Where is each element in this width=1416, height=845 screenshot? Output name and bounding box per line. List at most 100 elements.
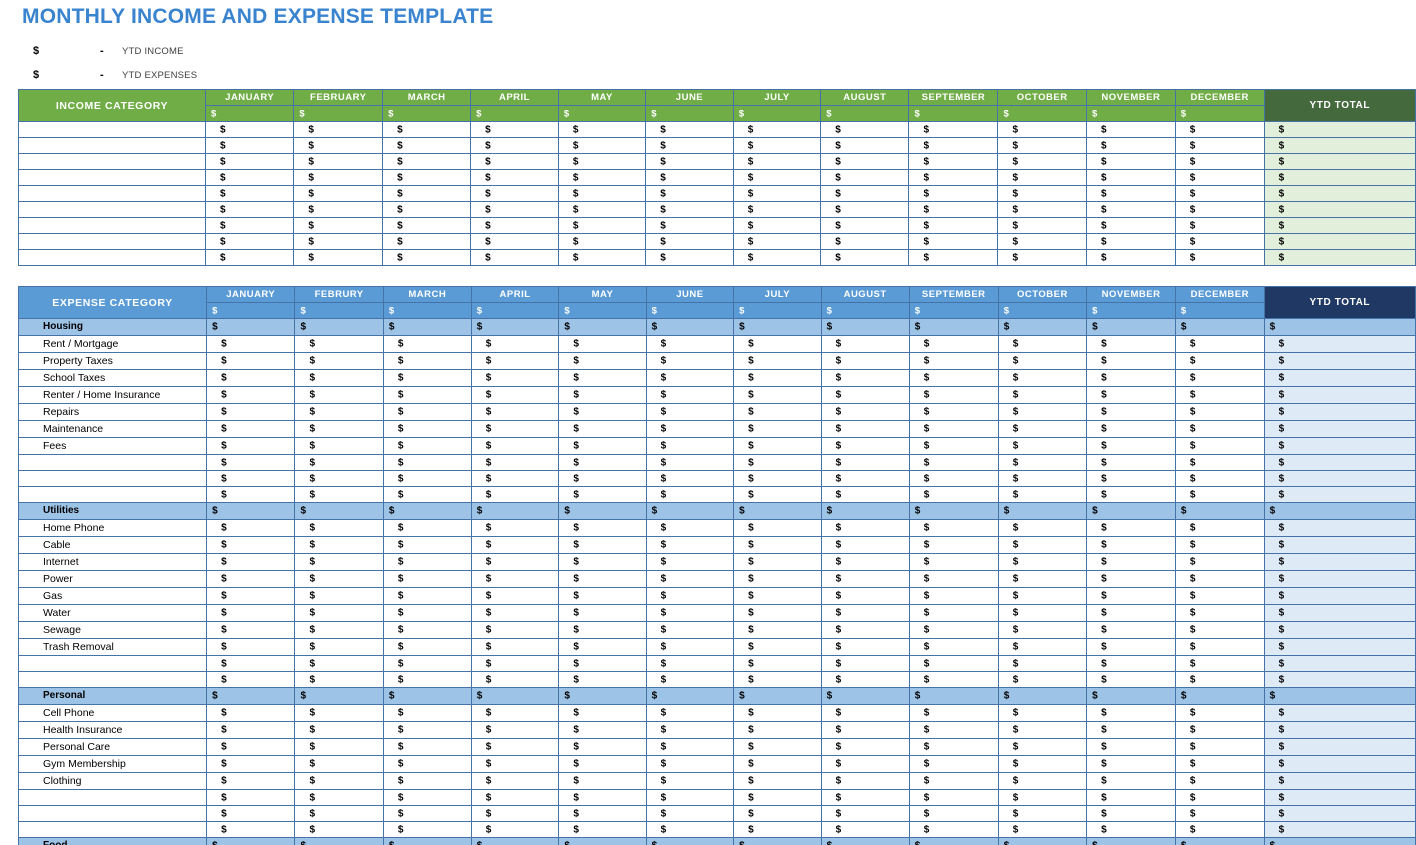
income-cell-may[interactable]: $-	[557, 233, 647, 250]
expense-cell-repairs-october[interactable]: $-	[997, 403, 1088, 421]
expense-cell-maintenance-november[interactable]: $-	[1086, 420, 1176, 438]
income-cell-may[interactable]: $-	[557, 249, 647, 266]
expense-item-label-gas[interactable]: Gas	[17, 587, 208, 605]
expense-cell-fees-august[interactable]: $-	[820, 437, 910, 455]
income-cell-april[interactable]: $-	[470, 153, 559, 170]
expense-item-input-personal-2[interactable]	[17, 821, 208, 838]
expense-cell-personal-blank2-june[interactable]: $-	[645, 821, 735, 838]
income-category-input[interactable]	[18, 185, 206, 202]
income-category-input[interactable]	[18, 153, 206, 170]
expense-month-total-februry[interactable]: $-	[294, 302, 384, 319]
expense-month-total-october[interactable]: $-	[997, 302, 1088, 319]
expense-section-total-personal-februry[interactable]: $-	[294, 687, 384, 705]
expense-cell-personal-blank0-december[interactable]: $-	[1174, 789, 1265, 806]
expense-cell-personal-care-december[interactable]: $-	[1174, 738, 1265, 756]
expense-section-total-housing-may[interactable]: $-	[558, 318, 647, 336]
expense-cell-gas-november[interactable]: $-	[1086, 587, 1176, 605]
income-cell-july[interactable]: $-	[732, 233, 822, 250]
expense-section-total-food-july[interactable]: $-	[733, 837, 822, 845]
income-cell-september[interactable]: $-	[908, 185, 999, 202]
expense-cell-clothing-july[interactable]: $-	[733, 772, 822, 790]
expense-cell-personal-blank0-march[interactable]: $-	[382, 789, 472, 806]
income-cell-december[interactable]: $-	[1174, 185, 1265, 202]
expense-cell-fees-september[interactable]: $-	[908, 437, 999, 455]
expense-cell-power-june[interactable]: $-	[645, 570, 735, 588]
expense-cell-utilities-blank1-january[interactable]: $-	[206, 671, 296, 688]
expense-section-total-housing-september[interactable]: $-	[908, 318, 999, 336]
expense-cell-health-insurance-october[interactable]: $-	[997, 721, 1088, 739]
expense-month-total-may[interactable]: $-	[558, 302, 647, 319]
expense-cell-personal-care-september[interactable]: $-	[908, 738, 999, 756]
expense-section-total-utilities-september[interactable]: $-	[908, 502, 999, 520]
expense-cell-housing-blank2-july[interactable]: $-	[733, 486, 822, 503]
expense-item-label-home-phone[interactable]: Home Phone	[17, 519, 208, 537]
expense-cell-cable-august[interactable]: $-	[820, 536, 910, 554]
expense-cell-personal-blank0-july[interactable]: $-	[733, 789, 822, 806]
expense-cell-cell-phone-march[interactable]: $-	[382, 704, 472, 722]
expense-section-label-utilities[interactable]: Utilities	[17, 502, 208, 520]
expense-cell-cell-phone-februry[interactable]: $-	[294, 704, 384, 722]
expense-month-total-august[interactable]: $-	[820, 302, 910, 319]
income-cell-april[interactable]: $-	[470, 185, 559, 202]
expense-section-total-utilities-november[interactable]: $-	[1086, 502, 1176, 520]
income-cell-february[interactable]: $-	[293, 185, 384, 202]
expense-cell-power-februry[interactable]: $-	[294, 570, 384, 588]
expense-section-total-housing-july[interactable]: $-	[733, 318, 822, 336]
expense-cell-clothing-october[interactable]: $-	[997, 772, 1088, 790]
expense-cell-gas-october[interactable]: $-	[997, 587, 1088, 605]
expense-cell-internet-july[interactable]: $-	[733, 553, 822, 571]
expense-cell-housing-blank2-februry[interactable]: $-	[294, 486, 384, 503]
expense-cell-cell-phone-october[interactable]: $-	[997, 704, 1088, 722]
expense-cell-personal-blank2-may[interactable]: $-	[558, 821, 647, 838]
income-cell-may[interactable]: $-	[557, 169, 647, 186]
income-cell-january[interactable]: $-	[204, 121, 295, 138]
expense-item-input-housing-1[interactable]	[17, 470, 208, 487]
expense-cell-utilities-blank0-december[interactable]: $-	[1174, 655, 1265, 672]
expense-cell-renter-home-insurance-january[interactable]: $-	[206, 386, 296, 404]
expense-ytd-cell-personal-blank2[interactable]: $-	[1263, 821, 1416, 838]
expense-cell-internet-april[interactable]: $-	[470, 553, 560, 571]
expense-cell-personal-care-november[interactable]: $-	[1086, 738, 1176, 756]
income-category-input[interactable]	[18, 233, 206, 250]
expense-cell-maintenance-december[interactable]: $-	[1174, 420, 1265, 438]
expense-section-label-housing[interactable]: Housing	[17, 318, 208, 336]
income-cell-august[interactable]: $-	[820, 185, 910, 202]
expense-section-total-personal-may[interactable]: $-	[558, 687, 647, 705]
income-cell-november[interactable]: $-	[1085, 217, 1176, 234]
expense-cell-utilities-blank0-november[interactable]: $-	[1086, 655, 1176, 672]
income-cell-august[interactable]: $-	[820, 121, 910, 138]
income-cell-september[interactable]: $-	[908, 233, 999, 250]
expense-cell-power-december[interactable]: $-	[1174, 570, 1265, 588]
expense-cell-housing-blank1-december[interactable]: $-	[1174, 470, 1265, 487]
expense-item-label-power[interactable]: Power	[17, 570, 208, 588]
expense-cell-utilities-blank1-may[interactable]: $-	[558, 671, 647, 688]
expense-section-ytd-utilities[interactable]: $-	[1263, 502, 1416, 520]
expense-section-total-utilities-january[interactable]: $-	[206, 502, 296, 520]
expense-cell-housing-blank0-februry[interactable]: $-	[294, 454, 384, 471]
expense-cell-cable-june[interactable]: $-	[645, 536, 735, 554]
income-cell-february[interactable]: $-	[293, 249, 384, 266]
expense-section-total-utilities-june[interactable]: $-	[645, 502, 735, 520]
income-cell-june[interactable]: $-	[645, 201, 734, 218]
income-cell-june[interactable]: $-	[645, 121, 734, 138]
income-month-total-october[interactable]: $-	[997, 105, 1087, 122]
expense-section-total-food-februry[interactable]: $-	[294, 837, 384, 845]
income-cell-january[interactable]: $-	[204, 153, 295, 170]
expense-cell-school-taxes-july[interactable]: $-	[733, 369, 822, 387]
expense-cell-utilities-blank0-october[interactable]: $-	[997, 655, 1088, 672]
expense-cell-water-februry[interactable]: $-	[294, 604, 384, 622]
expense-cell-housing-blank0-january[interactable]: $-	[206, 454, 296, 471]
expense-cell-gym-membership-july[interactable]: $-	[733, 755, 822, 773]
income-cell-may[interactable]: $-	[557, 121, 647, 138]
expense-cell-personal-blank1-january[interactable]: $-	[206, 805, 296, 822]
expense-cell-internet-june[interactable]: $-	[645, 553, 735, 571]
expense-section-total-personal-july[interactable]: $-	[733, 687, 822, 705]
expense-cell-trash-removal-april[interactable]: $-	[470, 638, 560, 656]
expense-cell-clothing-june[interactable]: $-	[645, 772, 735, 790]
expense-cell-housing-blank2-october[interactable]: $-	[997, 486, 1088, 503]
expense-cell-clothing-december[interactable]: $-	[1174, 772, 1265, 790]
expense-cell-trash-removal-october[interactable]: $-	[997, 638, 1088, 656]
expense-cell-health-insurance-december[interactable]: $-	[1174, 721, 1265, 739]
expense-month-total-july[interactable]: $-	[733, 302, 822, 319]
income-cell-october[interactable]: $-	[997, 169, 1087, 186]
